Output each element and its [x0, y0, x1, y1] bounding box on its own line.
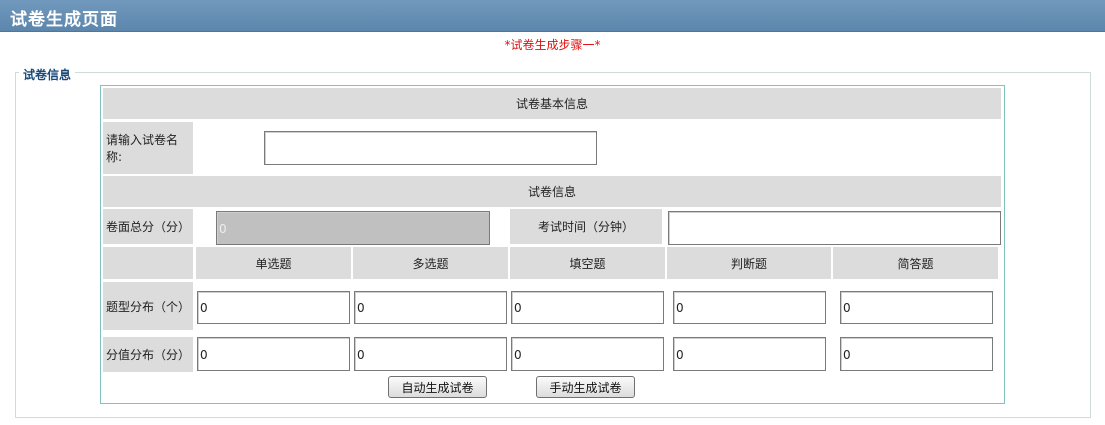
single-choice-score-input[interactable] [197, 337, 350, 371]
score-distribution-label: 分值分布（分） [103, 337, 193, 372]
type-header-short-answer: 简答题 [833, 247, 998, 279]
multi-choice-count-input[interactable] [354, 291, 507, 324]
true-false-count-input[interactable] [673, 291, 826, 324]
total-score-input [216, 211, 490, 245]
basic-info-header: 试卷基本信息 [103, 88, 1001, 119]
type-header-multi-choice: 多选题 [353, 247, 508, 279]
short-answer-score-input[interactable] [840, 337, 993, 371]
short-answer-count-input[interactable] [840, 291, 993, 324]
fill-blank-count-input[interactable] [511, 291, 664, 324]
paper-name-label: 请输入试卷名称: [103, 122, 193, 174]
paper-info-header: 试卷信息 [103, 176, 1001, 207]
total-score-label: 卷面总分（分） [103, 209, 193, 244]
manual-generate-button[interactable]: 手动生成试卷 [536, 376, 635, 398]
fill-blank-score-input[interactable] [511, 337, 664, 371]
type-header-fill-blank: 填空题 [510, 247, 665, 279]
step-indicator: *试卷生成步骤一* [504, 38, 601, 52]
title-bar: 试卷生成页面 [0, 0, 1105, 32]
paper-name-input[interactable] [264, 131, 597, 165]
page-title: 试卷生成页面 [10, 10, 118, 30]
type-header-blank [103, 247, 193, 279]
true-false-score-input[interactable] [673, 337, 826, 371]
type-header-true-false: 判断题 [667, 247, 831, 279]
single-choice-count-input[interactable] [197, 291, 350, 324]
paper-form-panel: 试卷基本信息 请输入试卷名称: 试卷信息 卷面总分（分） 考试时间（分钟） 单选… [100, 85, 1005, 404]
exam-time-label: 考试时间（分钟） [510, 209, 662, 244]
multi-choice-score-input[interactable] [354, 337, 507, 371]
distribution-label: 题型分布（个） [103, 282, 193, 330]
exam-time-input[interactable] [668, 211, 1001, 245]
fieldset-legend: 试卷信息 [19, 66, 76, 83]
type-header-single-choice: 单选题 [196, 247, 351, 279]
auto-generate-button[interactable]: 自动生成试卷 [388, 376, 487, 398]
